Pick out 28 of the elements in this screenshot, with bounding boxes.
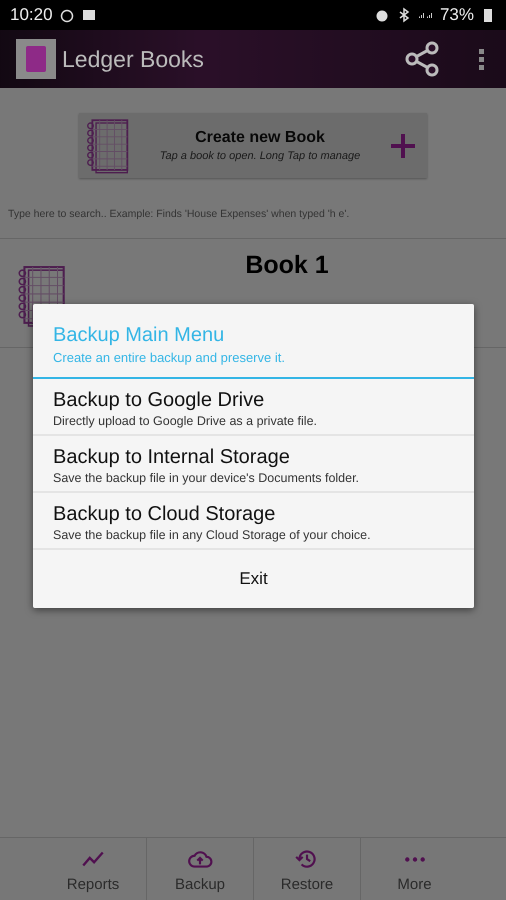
search-field[interactable]: Type here to search.. Example: Finds 'House Expenses' when typed 'h e'.	[0, 204, 506, 239]
app-title: Ledger Books	[62, 46, 205, 72]
notebook-icon	[85, 116, 131, 174]
create-book-title: Create new Book	[195, 129, 325, 147]
battery-percentage: 73%	[440, 5, 474, 25]
nav-tab[interactable]: Backup	[147, 838, 254, 900]
exit-button[interactable]: Exit	[33, 550, 474, 608]
option-description: Directly upload to Google Drive as a private file.	[53, 414, 318, 428]
option-description: Save the backup file in your device's Documents folder.	[53, 471, 360, 485]
plus-icon	[389, 132, 417, 160]
nav-tab[interactable]: Reports	[40, 838, 147, 900]
backup-option[interactable]: Backup to Cloud Storage Save the backup file in any Cloud Storage of your choice.	[33, 493, 474, 550]
nav-tab[interactable]: More	[361, 838, 468, 900]
dialog-title: Backup Main Menu	[53, 324, 226, 347]
nav-tab[interactable]: Restore	[254, 838, 361, 900]
clock-time: 10:20	[10, 5, 53, 25]
backup-option[interactable]: Backup to Google Drive Directly upload to Google Drive as a private file.	[33, 379, 474, 436]
usage-hint: Tap a book to open. Long Tap to manage	[160, 150, 360, 162]
option-title: Backup to Cloud Storage	[53, 503, 276, 526]
app-logo	[16, 39, 56, 79]
option-title: Backup to Internal Storage	[53, 446, 290, 469]
option-title: Backup to Google Drive	[53, 389, 264, 412]
option-description: Save the backup file in any Cloud Storage of your choice.	[53, 528, 371, 542]
dialog-subtitle: Create an entire backup and preserve it.	[53, 350, 286, 365]
backup-option[interactable]: Backup to Internal Storage Save the backup file in your device's Documents folder.	[33, 436, 474, 493]
create-book-button[interactable]: Create new Book Tap a book to open. Long Tap to manage	[79, 113, 427, 178]
more-icon	[404, 856, 426, 862]
menu-icon[interactable]	[478, 47, 486, 71]
